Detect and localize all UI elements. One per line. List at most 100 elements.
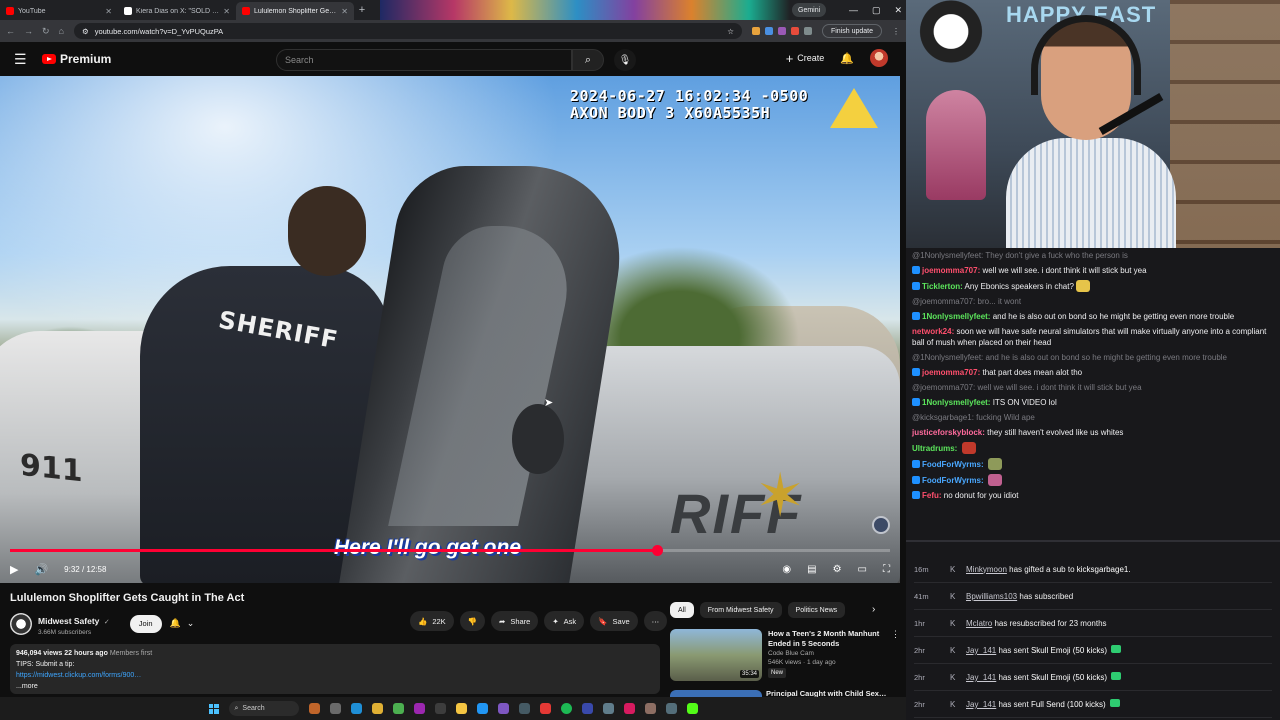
taskbar-app-icon[interactable] [476,703,488,714]
new-tab-button[interactable]: + [354,4,370,16]
search-input[interactable]: Search [276,49,572,71]
channel-avatar[interactable] [10,612,32,635]
close-window-icon[interactable]: ✕ [894,5,902,16]
event-username[interactable]: Mclatro [966,619,992,628]
close-tab-icon[interactable]: ✕ [105,7,112,16]
gemini-button[interactable]: Gemini [792,3,827,17]
description-box[interactable]: 946,094 views 22 hours ago Members first… [10,644,660,694]
more-menu-icon[interactable]: ⋮ [892,27,900,36]
taskbar-app-icon[interactable] [665,703,677,714]
chat-username[interactable]: 1Nonlysmellyfeet: [922,312,990,321]
taskbar-app-icon[interactable] [413,703,425,714]
chat-username[interactable]: @joemomma707: [912,383,975,392]
spotify-icon[interactable] [560,703,572,714]
browser-tab-video[interactable]: Lululemon Shoplifter Gets Cau… ✕ [236,2,354,20]
extension-icon[interactable] [764,27,773,35]
save-button[interactable]: 🔖 Save [590,611,638,631]
chat-username[interactable]: Ticklerton: [922,282,963,291]
ask-button[interactable]: ✦ Ask [544,611,585,631]
close-tab-icon[interactable]: ✕ [223,7,230,16]
chip-politics-news[interactable]: Politics News [787,602,846,618]
voice-search-button[interactable]: 🎙 [614,49,636,71]
miniplayer-icon[interactable]: ▭ [858,564,867,575]
event-username[interactable]: Jay_141 [966,700,996,709]
volume-icon[interactable]: 🔊 [34,563,48,576]
taskbar-app-icon[interactable] [434,703,446,714]
taskbar-search[interactable]: ⌕ Search [228,701,299,716]
chat-username[interactable]: @joemomma707: [912,297,975,306]
dislike-button[interactable]: 👎 [459,611,486,631]
taskbar-app-icon[interactable] [623,703,635,714]
taskbar-app-icon[interactable] [581,703,593,714]
extension-icon[interactable] [777,27,786,35]
forward-icon[interactable]: → [24,26,33,37]
close-tab-icon[interactable]: ✕ [341,7,348,16]
home-icon[interactable]: ⌂ [59,26,64,37]
progress-scrubber[interactable] [651,545,663,556]
more-options-icon[interactable]: ⋮ [891,629,900,681]
site-info-icon[interactable]: ⚙ [82,27,89,36]
join-button[interactable]: Join [129,614,162,633]
chat-username[interactable]: 1Nonlysmellyfeet: [922,398,990,407]
taskbar-app-icon[interactable] [539,703,551,714]
edge-browser-icon[interactable] [350,703,362,714]
like-button[interactable]: 👍 22K [410,611,454,631]
back-icon[interactable]: ← [6,26,15,37]
taskbar-app-icon[interactable] [497,703,509,714]
chat-username[interactable]: network24: [912,327,954,336]
chrome-browser-icon[interactable] [371,703,383,714]
minimize-icon[interactable]: — [849,5,858,15]
channel-watermark-icon[interactable] [872,516,890,534]
more-actions-button[interactable]: ⋯ [643,611,668,631]
maximize-icon[interactable]: ▢ [872,5,881,16]
chat-username[interactable]: joemomma707: [922,266,980,275]
chat-username[interactable]: joemomma707: [922,368,980,377]
notifications-bell-icon[interactable]: 🔔 [840,52,854,65]
taskbar-app-icon[interactable] [602,703,614,714]
chevron-right-icon[interactable]: › [872,604,875,615]
taskbar-app-icon[interactable] [644,703,656,714]
finish-update-button[interactable]: Finish update [821,24,882,38]
omnibox[interactable]: ⚙ youtube.com/watch?v=D_YvPUQuzPA ☆ [73,23,742,39]
channel-name[interactable]: Midwest Safety [38,616,99,626]
chat-username[interactable]: FoodForWyrms: [922,460,984,469]
browser-tab-x[interactable]: Kiera Dias on X: "SOLD FO… ✕ [118,2,236,20]
autoplay-toggle-icon[interactable]: ◉ [782,564,791,575]
video-thumbnail[interactable]: 35:34 [670,629,762,681]
fullscreen-icon[interactable]: ⛶ [883,564,890,575]
extension-icon[interactable] [790,27,799,35]
share-button[interactable]: ➦ Share [491,611,539,631]
windows-start-icon[interactable] [208,703,219,714]
extension-icon[interactable] [803,27,812,35]
tip-link[interactable]: https://midwest.clickup.com/forms/900… [16,672,141,679]
youtube-logo[interactable]: Premium [42,52,111,66]
extension-icon[interactable] [751,27,760,35]
reload-icon[interactable]: ↻ [42,26,50,37]
event-username[interactable]: Jay_141 [966,646,996,655]
taskbar-app-icon[interactable] [518,703,530,714]
chip-all[interactable]: All [670,602,694,618]
event-username[interactable]: Bpwilliams103 [966,592,1017,601]
captions-icon[interactable]: ▤ [807,564,816,575]
chip-from-channel[interactable]: From Midwest Safety [699,602,782,618]
chat-username[interactable]: FoodForWyrms: [922,476,984,485]
play-icon[interactable]: ▶ [10,563,18,576]
taskbar-app-icon[interactable] [308,703,320,714]
chat-username[interactable]: @1Nonlysmellyfeet: [912,251,983,260]
bookmark-star-icon[interactable]: ☆ [727,27,734,36]
chat-username[interactable]: justiceforskyblock: [912,428,985,437]
settings-gear-icon[interactable]: ⚙ [833,564,842,575]
search-button[interactable]: ⌕ [572,49,604,71]
browser-tab-youtube[interactable]: YouTube ✕ [0,2,118,20]
video-player[interactable]: 911 RIFF ✶ SHERIFF 2024-06-27 16:02:34 -… [0,76,900,583]
kick-app-icon[interactable] [686,703,698,714]
chat-username[interactable]: Fefu: [922,491,942,500]
taskbar-app-icon[interactable] [329,703,341,714]
show-more-link[interactable]: ...more [16,681,654,692]
chat-username[interactable]: @kicksgarbage1: [912,413,974,422]
chat-username[interactable]: @1Nonlysmellyfeet: [912,353,983,362]
event-username[interactable]: Minkymoon [966,565,1007,574]
recommended-video[interactable]: 35:34 How a Teen's 2 Month Manhunt Ended… [670,629,900,681]
taskbar-app-icon[interactable] [392,703,404,714]
event-username[interactable]: Jay_141 [966,673,996,682]
